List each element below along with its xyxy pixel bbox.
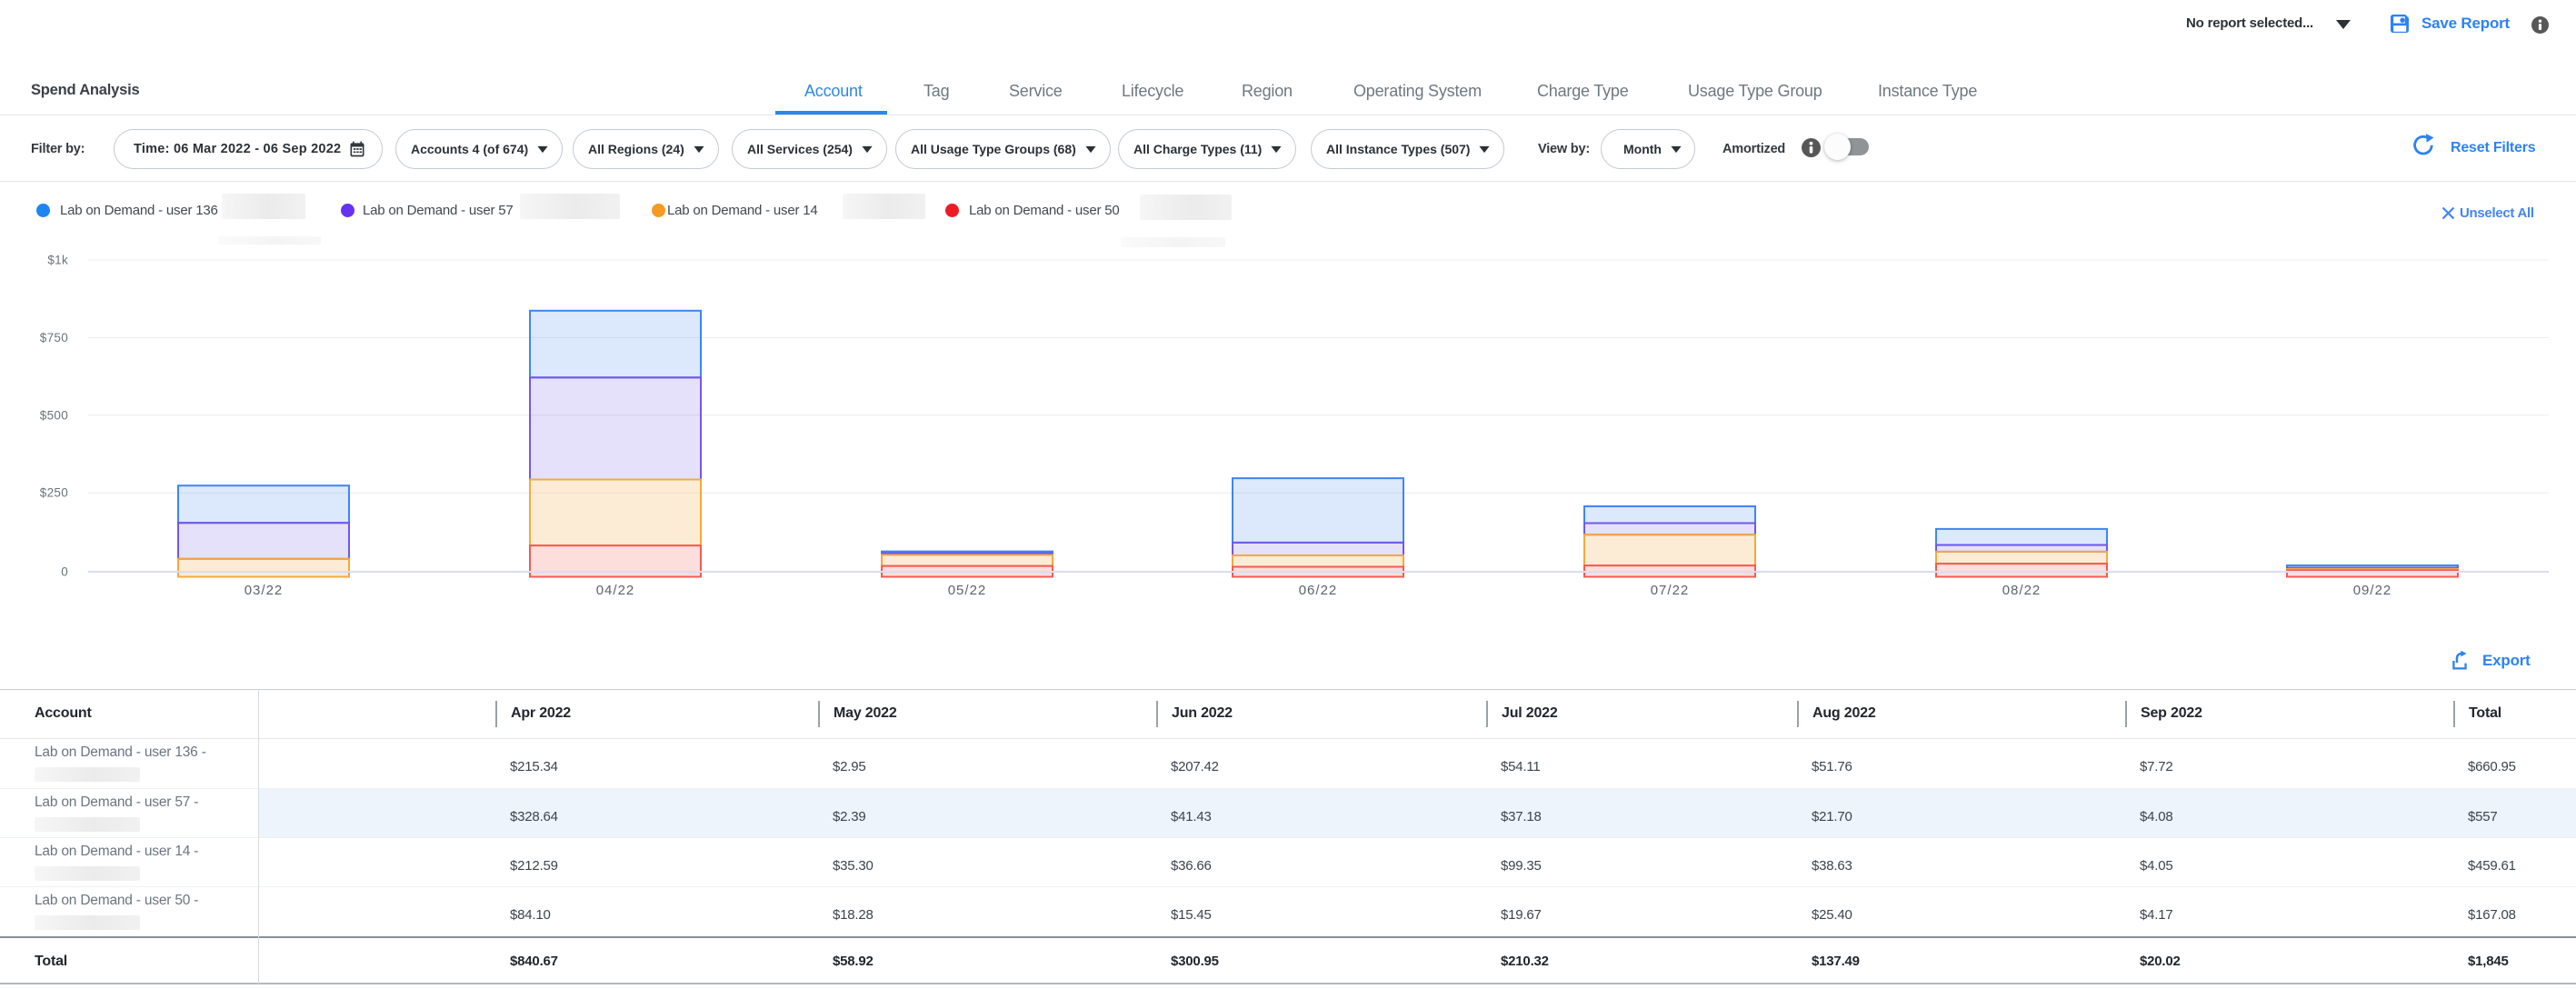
svg-text:06/22: 06/22 [1299, 583, 1338, 598]
svg-text:05/22: 05/22 [948, 583, 987, 598]
svg-text:08/22: 08/22 [2002, 583, 2042, 598]
svg-text:03/22: 03/22 [245, 583, 284, 598]
svg-text:$500: $500 [40, 408, 68, 422]
svg-text:04/22: 04/22 [596, 583, 635, 598]
svg-text:$1k: $1k [47, 254, 68, 267]
svg-text:07/22: 07/22 [1651, 583, 1690, 598]
svg-text:$250: $250 [40, 486, 68, 500]
svg-text:09/22: 09/22 [2353, 583, 2392, 598]
svg-text:0: 0 [61, 564, 68, 578]
svg-text:$750: $750 [40, 331, 68, 345]
